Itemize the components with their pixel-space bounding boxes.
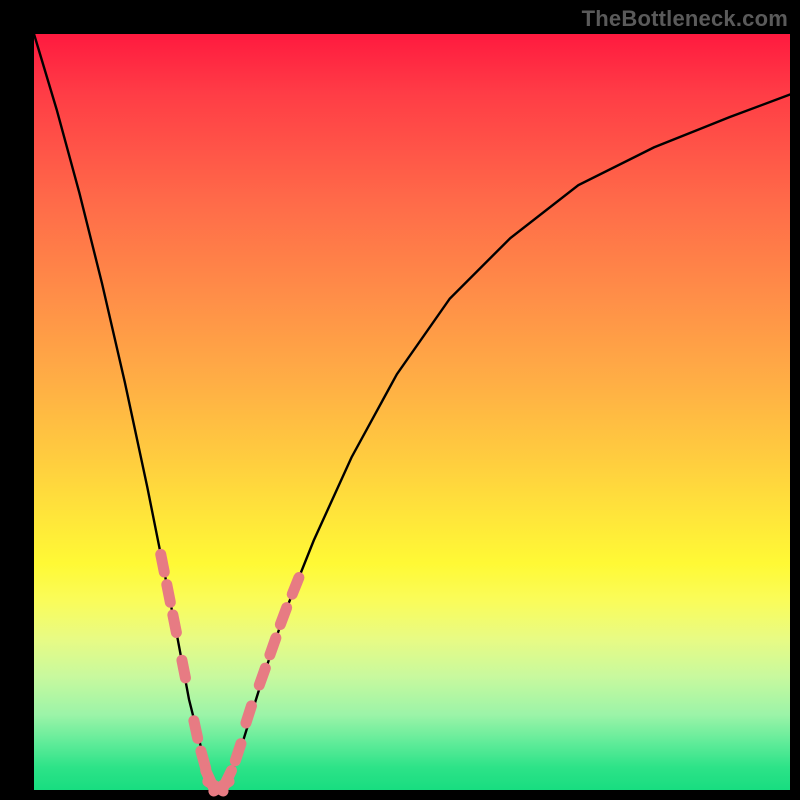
bottleneck-curve	[34, 34, 790, 786]
curve-marker	[246, 706, 251, 723]
curve-marker	[182, 660, 186, 678]
plot-area	[34, 34, 790, 790]
curve-marker	[259, 668, 265, 685]
curve-marker	[280, 608, 286, 625]
curve-marker	[161, 554, 165, 572]
curve-marker	[224, 771, 232, 787]
curve-marker	[173, 615, 177, 633]
curve-marker	[270, 638, 276, 655]
outer-frame: TheBottleneck.com	[0, 0, 800, 800]
curve-svg	[34, 34, 790, 790]
curve-marker	[194, 721, 198, 739]
curve-markers	[161, 554, 299, 791]
curve-marker	[292, 578, 299, 595]
watermark-text: TheBottleneck.com	[582, 6, 788, 32]
curve-marker	[167, 585, 171, 603]
curve-marker	[235, 744, 241, 761]
